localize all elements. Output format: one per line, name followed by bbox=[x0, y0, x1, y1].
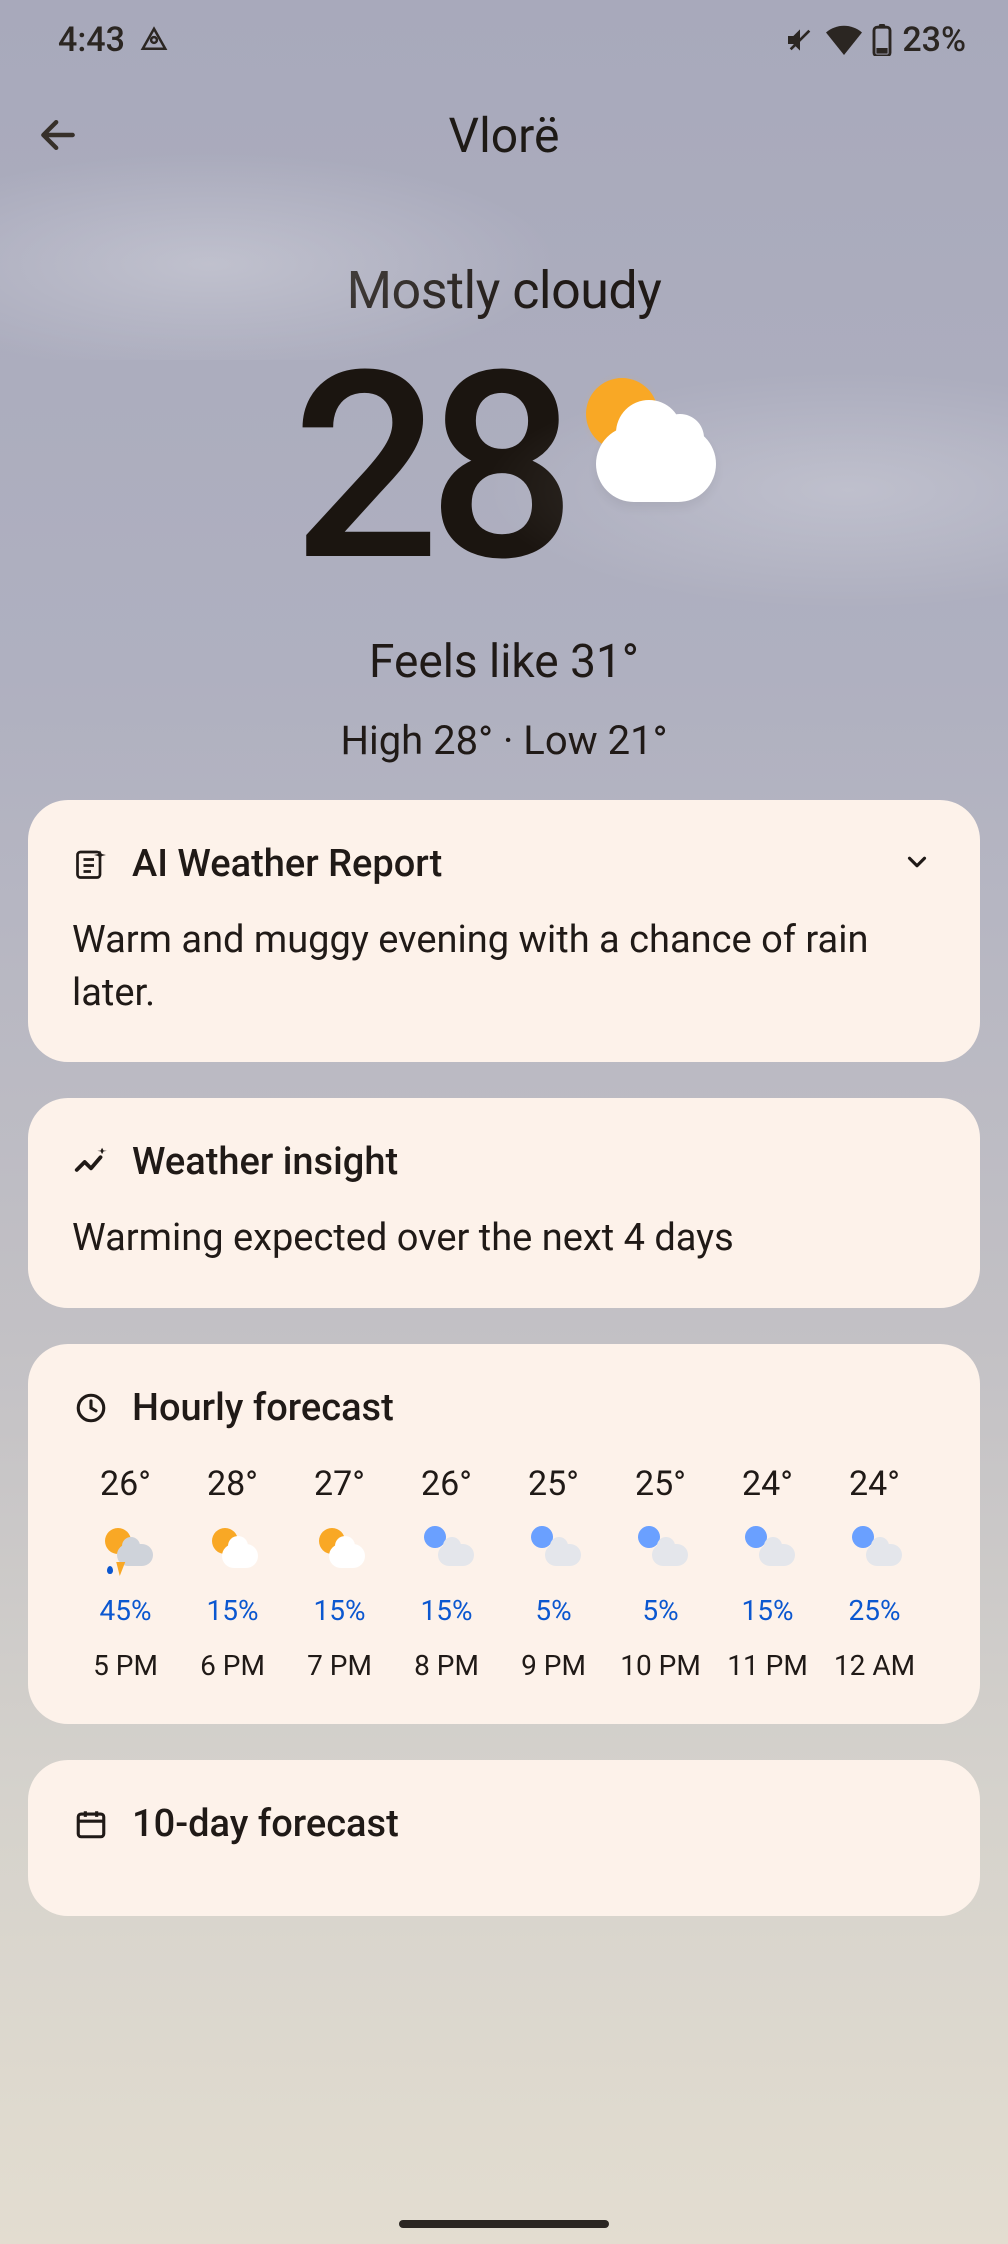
hourly-time: 10 PM bbox=[620, 1649, 701, 1682]
hourly-temp: 24° bbox=[849, 1464, 900, 1504]
hourly-scroll[interactable]: 26° 45% 5 PM 28° 15% 6 PM 27° 15% 7 PM 26° 15% 8 PM… bbox=[72, 1464, 980, 1682]
hourly-weather-icon bbox=[99, 1526, 153, 1580]
hourly-item[interactable]: 25° 5% 10 PM bbox=[607, 1464, 714, 1682]
weather-icon-partly-cloudy bbox=[566, 378, 716, 528]
ai-report-body: Warm and muggy evening with a chance of … bbox=[72, 914, 936, 1020]
hourly-precip: 45% bbox=[100, 1594, 152, 1627]
hourly-weather-icon bbox=[741, 1526, 795, 1580]
gesture-nav-handle[interactable] bbox=[399, 2220, 609, 2228]
hourly-time: 11 PM bbox=[727, 1649, 808, 1682]
hourly-weather-icon bbox=[313, 1526, 367, 1580]
hourly-weather-icon bbox=[634, 1526, 688, 1580]
app-header: Vlorë bbox=[0, 80, 1008, 190]
current-temp: 28 bbox=[292, 351, 564, 585]
hourly-time: 5 PM bbox=[93, 1649, 158, 1682]
hourly-item[interactable]: 27° 15% 7 PM bbox=[286, 1464, 393, 1682]
hourly-temp: 26° bbox=[100, 1464, 151, 1504]
ai-weather-report-card[interactable]: AI Weather Report Warm and muggy evening… bbox=[28, 800, 980, 1062]
hourly-item[interactable]: 26° 45% 5 PM bbox=[72, 1464, 179, 1682]
back-button[interactable] bbox=[28, 105, 88, 165]
ai-report-icon bbox=[72, 845, 110, 883]
hourly-title: Hourly forecast bbox=[132, 1386, 936, 1430]
hourly-item[interactable]: 26° 15% 8 PM bbox=[393, 1464, 500, 1682]
hourly-time: 8 PM bbox=[414, 1649, 479, 1682]
hourly-precip: 15% bbox=[207, 1594, 259, 1627]
hourly-weather-icon bbox=[206, 1526, 260, 1580]
location-title: Vlorë bbox=[449, 107, 560, 164]
battery-icon bbox=[872, 24, 892, 56]
ten-day-title: 10-day forecast bbox=[132, 1802, 936, 1846]
hourly-forecast-card[interactable]: Hourly forecast 26° 45% 5 PM 28° 15% 6 PM 27° 1… bbox=[28, 1344, 980, 1724]
chevron-down-icon bbox=[902, 847, 936, 881]
current-conditions: Mostly cloudy 28 Feels like 31° High 28°… bbox=[0, 190, 1008, 764]
wifi-icon bbox=[826, 25, 862, 55]
hourly-precip: 15% bbox=[421, 1594, 473, 1627]
ai-report-title: AI Weather Report bbox=[132, 842, 880, 886]
app-notification-icon bbox=[139, 25, 169, 55]
hourly-temp: 26° bbox=[421, 1464, 472, 1504]
insight-icon bbox=[72, 1143, 110, 1181]
hourly-item[interactable]: 24° 15% 11 PM bbox=[714, 1464, 821, 1682]
hourly-temp: 28° bbox=[207, 1464, 258, 1504]
hourly-weather-icon bbox=[420, 1526, 474, 1580]
condition-text: Mostly cloudy bbox=[0, 260, 1008, 321]
hourly-precip: 15% bbox=[742, 1594, 794, 1627]
status-battery-pct: 23% bbox=[902, 20, 966, 60]
hourly-weather-icon bbox=[527, 1526, 581, 1580]
hourly-precip: 5% bbox=[535, 1594, 571, 1627]
hourly-precip: 15% bbox=[314, 1594, 366, 1627]
insight-title: Weather insight bbox=[132, 1140, 936, 1184]
hourly-item[interactable]: 24° 25% 12 AM bbox=[821, 1464, 928, 1682]
hourly-item[interactable]: 28° 15% 6 PM bbox=[179, 1464, 286, 1682]
hourly-time: 6 PM bbox=[200, 1649, 265, 1682]
status-time: 4:43 bbox=[58, 20, 125, 60]
hourly-precip: 5% bbox=[642, 1594, 678, 1627]
hourly-weather-icon bbox=[848, 1526, 902, 1580]
calendar-icon bbox=[72, 1805, 110, 1843]
hourly-time: 12 AM bbox=[834, 1649, 915, 1682]
hourly-temp: 25° bbox=[635, 1464, 686, 1504]
hourly-precip: 25% bbox=[849, 1594, 901, 1627]
clock-icon bbox=[72, 1389, 110, 1427]
hourly-temp: 27° bbox=[314, 1464, 365, 1504]
hourly-time: 7 PM bbox=[307, 1649, 372, 1682]
hourly-item[interactable]: 25° 5% 9 PM bbox=[500, 1464, 607, 1682]
insight-body: Warming expected over the next 4 days bbox=[72, 1212, 936, 1265]
hourly-time: 9 PM bbox=[521, 1649, 586, 1682]
status-bar: 4:43 23% bbox=[0, 0, 1008, 80]
weather-insight-card[interactable]: Weather insight Warming expected over th… bbox=[28, 1098, 980, 1307]
hourly-temp: 24° bbox=[742, 1464, 793, 1504]
feels-like: Feels like 31° bbox=[0, 635, 1008, 689]
mute-icon bbox=[784, 24, 816, 56]
hourly-temp: 25° bbox=[528, 1464, 579, 1504]
ten-day-forecast-card[interactable]: 10-day forecast bbox=[28, 1760, 980, 1916]
high-low: High 28° · Low 21° bbox=[0, 717, 1008, 764]
arrow-left-icon bbox=[36, 113, 80, 157]
